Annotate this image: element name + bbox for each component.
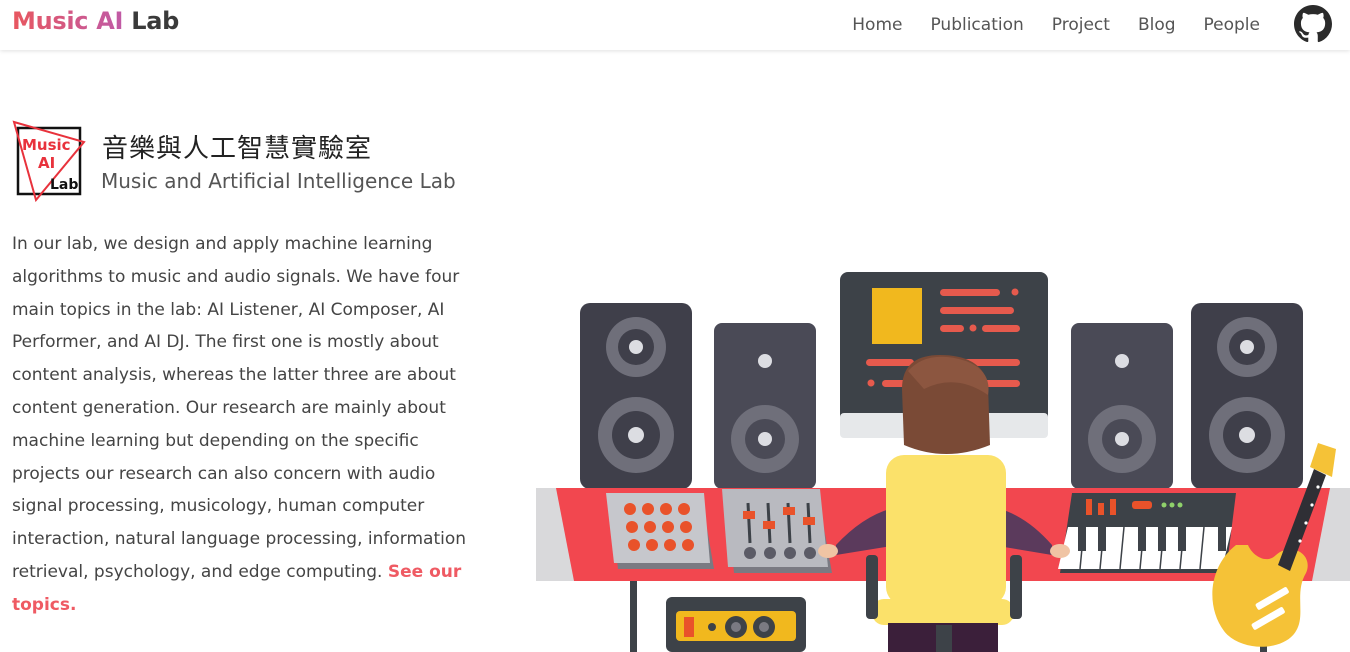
nav-people[interactable]: People: [1204, 15, 1260, 35]
github-icon[interactable]: [1294, 5, 1332, 43]
brand-accent[interactable]: Music AI: [12, 7, 123, 35]
speaker-left-small-icon: [714, 323, 816, 489]
speaker-right-big-icon: [1191, 303, 1303, 489]
logo-text-music: Music: [22, 136, 71, 154]
nav-blog[interactable]: Blog: [1138, 15, 1176, 35]
logo-text-ai: AI: [38, 154, 55, 172]
nav-project[interactable]: Project: [1052, 15, 1110, 35]
mixer-icon: [722, 489, 832, 573]
lab-logo: Music AI Lab: [12, 120, 86, 202]
title-chinese: 音樂與人工智慧實驗室: [102, 134, 373, 164]
pad-controller-icon: [606, 493, 714, 569]
keyboard-icon: [1058, 493, 1236, 573]
intro-text: In our lab, we design and apply machine …: [12, 234, 467, 582]
brand-logo[interactable]: Music AI Lab: [12, 7, 179, 35]
nav-home[interactable]: Home: [852, 15, 902, 35]
nav-publication[interactable]: Publication: [930, 15, 1023, 35]
speaker-right-small-icon: [1071, 323, 1173, 489]
amplifier-icon: [666, 597, 806, 652]
speaker-left-big-icon: [580, 303, 692, 489]
navbar: Music AI Lab Home Publication Project Bl…: [0, 0, 1350, 50]
logo-text-lab: Lab: [50, 177, 78, 193]
intro-paragraph: In our lab, we design and apply machine …: [12, 228, 482, 622]
nav-links: Home Publication Project Blog People: [824, 0, 1260, 50]
title-english: Music and Artificial Intelligence Lab: [101, 169, 456, 193]
music-studio-illustration: [536, 272, 1350, 652]
brand-rest[interactable]: Lab: [131, 7, 179, 35]
